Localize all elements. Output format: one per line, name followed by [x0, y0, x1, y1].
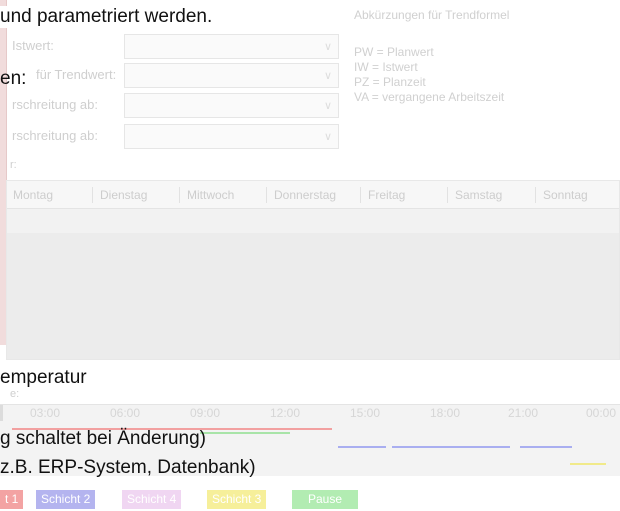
chevron-down-icon: ∨: [323, 70, 332, 82]
label-ueberschreitung-2: rschreitung ab:: [12, 128, 98, 143]
shift-bar-blue: [520, 446, 572, 448]
ueberschreitung-1-select[interactable]: ∨: [124, 93, 339, 118]
shift-bar-blue: [338, 446, 386, 448]
time-tick: 15:00: [350, 406, 381, 420]
overlay-text-3: emperatur: [0, 367, 91, 389]
time-tick: 21:00: [508, 406, 539, 420]
time-tick: 03:00: [30, 406, 61, 420]
legend-shift-1: t 1: [0, 490, 24, 509]
chevron-down-icon: ∨: [323, 131, 332, 143]
weekday-friday[interactable]: Freitag: [368, 188, 405, 202]
label-small: r:: [10, 159, 17, 171]
column-separator: [266, 187, 267, 203]
label-ueberschreitung-1: rschreitung ab:: [12, 97, 98, 112]
ueberschreitung-2-select[interactable]: ∨: [124, 124, 339, 149]
overlay-text-2: en:: [0, 68, 27, 89]
weekday-sunday[interactable]: Sonntag: [543, 188, 588, 202]
column-separator: [360, 187, 361, 203]
timeline-handle[interactable]: [0, 405, 3, 421]
legend-shift-2: Schicht 2: [36, 490, 96, 509]
weekday-header: Montag Dienstag Mittwoch Donnerstag Frei…: [7, 181, 619, 209]
weekday-row[interactable]: [7, 209, 619, 233]
column-separator: [447, 187, 448, 203]
time-tick: 09:00: [190, 406, 221, 420]
shift-bar-yellow: [570, 463, 606, 465]
time-tick: 06:00: [110, 406, 141, 420]
shift-bar-blue: [392, 446, 510, 448]
weekday-monday[interactable]: Montag: [13, 188, 53, 202]
abbreviations-title: Abkürzungen für Trendformel: [354, 8, 510, 22]
time-tick: 18:00: [430, 406, 461, 420]
chevron-down-icon: ∨: [323, 100, 332, 112]
legend-shift-3: Schicht 3: [207, 490, 267, 509]
column-separator: [535, 187, 536, 203]
overlay-text-4: g schaltet bei Änderung): [0, 428, 206, 449]
time-tick: 00:00: [586, 406, 617, 420]
column-separator: [179, 187, 180, 203]
overlay-text-5: z.B. ERP-System, Datenbank): [0, 457, 256, 478]
shift-bar-green: [200, 432, 290, 434]
weekday-tuesday[interactable]: Dienstag: [100, 188, 147, 202]
abbreviation-item: PW = Planwert: [354, 45, 434, 59]
abbreviation-item: PZ = Planzeit: [354, 75, 426, 89]
legend-pause: Pause: [292, 490, 358, 509]
weekday-saturday[interactable]: Samstag: [455, 188, 502, 202]
abbreviation-item: IW = Istwert: [354, 60, 418, 74]
overlay-text-1: und parametriert werden.: [0, 6, 227, 28]
column-separator: [92, 187, 93, 203]
weekday-wednesday[interactable]: Mittwoch: [187, 188, 234, 202]
timeline-caption: e:: [10, 388, 20, 400]
weekday-thursday[interactable]: Donnerstag: [274, 188, 336, 202]
trendwert-select[interactable]: ∨: [124, 63, 339, 88]
legend-shift-4: Schicht 4: [122, 490, 182, 509]
istwert-select[interactable]: ∨: [124, 34, 339, 59]
chevron-down-icon: ∨: [323, 41, 332, 53]
abbreviation-item: VA = vergangene Arbeitszeit: [354, 90, 505, 104]
weekday-grid[interactable]: Montag Dienstag Mittwoch Donnerstag Frei…: [6, 180, 620, 360]
label-istwert: Istwert:: [12, 38, 54, 53]
time-tick: 12:00: [270, 406, 301, 420]
label-trendwert: für Trendwert:: [36, 67, 117, 82]
